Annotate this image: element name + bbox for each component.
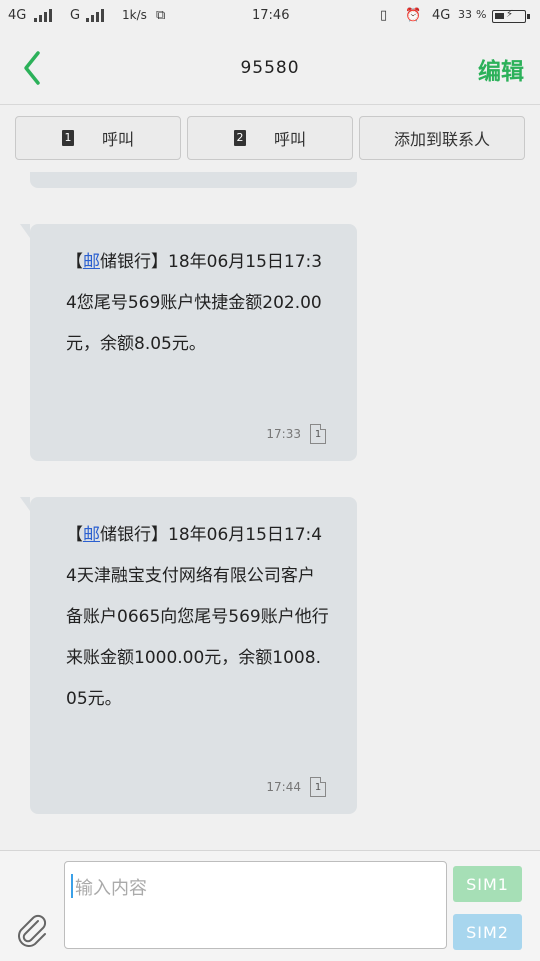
edit-button[interactable]: 编辑 [478,52,524,86]
signal-icon-2 [86,9,104,22]
text-cursor [71,874,73,898]
bracket-open: 【 [66,252,83,272]
signal-icon [34,9,52,22]
bubble-tail [20,497,30,511]
input-placeholder: 输入内容 [75,878,147,899]
sim-card-icon: 1 [310,777,326,797]
battery-icon: ⚡ [492,9,530,23]
message-link[interactable]: 邮 [83,252,100,272]
action-bar: 1 呼叫 2 呼叫 添加到联系人 [15,116,525,162]
sim2-icon: 2 [233,130,246,146]
message-bubble-partial [30,172,357,188]
paperclip-icon [18,914,47,947]
conversation-title: 95580 [240,58,300,78]
call-sim2-button[interactable]: 2 呼叫 [187,116,353,160]
network-speed: 1k/s [122,8,147,22]
header-divider [0,104,540,105]
percent-icon: % [476,8,487,21]
bracket-open: 【 [66,525,83,545]
network-type-left: 4G [8,8,27,23]
message-text: 【邮储银行】18年06月15日17:44天津融宝支付网络有限公司客户备账户066… [66,515,331,720]
vibrate-icon: ▯ [380,8,388,23]
send-sim2-button[interactable]: SIM2 [453,914,522,950]
message-input[interactable]: 输入内容 [64,861,447,949]
status-bar: 4G G 1k/s ⧉ 17:46 ▯ ⏰ 4G 33 % ⚡ [0,0,540,34]
alarm-icon: ⏰ [405,8,422,23]
attach-button[interactable] [16,913,48,947]
message-body: 储银行】18年06月15日17:44天津融宝支付网络有限公司客户备账户0665向… [66,525,329,709]
sim1-icon: 1 [61,130,74,146]
message-time: 17:33 [266,427,301,441]
call-sim1-button[interactable]: 1 呼叫 [15,116,181,160]
message-bubble[interactable]: 【邮储银行】18年06月15日17:44天津融宝支付网络有限公司客户备账户066… [20,497,357,814]
composer: 输入内容 SIM1 SIM2 [0,850,540,961]
header: 95580 编辑 [0,34,540,104]
bubble-tail [20,224,30,238]
clock-time: 17:46 [252,8,290,23]
message-body: 储银行】18年06月15日17:34您尾号569账户快捷金额202.00元，余额… [66,252,323,354]
call-sim1-label: 呼叫 [101,130,134,149]
network-type-right: 4G [432,8,451,23]
message-list[interactable]: 【邮储银行】18年06月15日17:34您尾号569账户快捷金额202.00元，… [0,172,540,850]
add-contact-label: 添加到联系人 [393,130,490,149]
message-bubble[interactable]: 【邮储银行】18年06月15日17:34您尾号569账户快捷金额202.00元，… [20,224,357,461]
add-contact-button[interactable]: 添加到联系人 [359,116,525,160]
call-sim2-label: 呼叫 [273,130,306,149]
network-type-mid: G [70,8,81,23]
sim-card-icon: 1 [310,424,326,444]
send-sim1-button[interactable]: SIM1 [453,866,522,902]
message-text: 【邮储银行】18年06月15日17:34您尾号569账户快捷金额202.00元，… [66,242,331,365]
screenshot-icon: ⧉ [156,8,166,23]
message-link[interactable]: 邮 [83,525,100,545]
battery-percent: 33 [458,8,472,21]
message-time: 17:44 [266,780,301,794]
